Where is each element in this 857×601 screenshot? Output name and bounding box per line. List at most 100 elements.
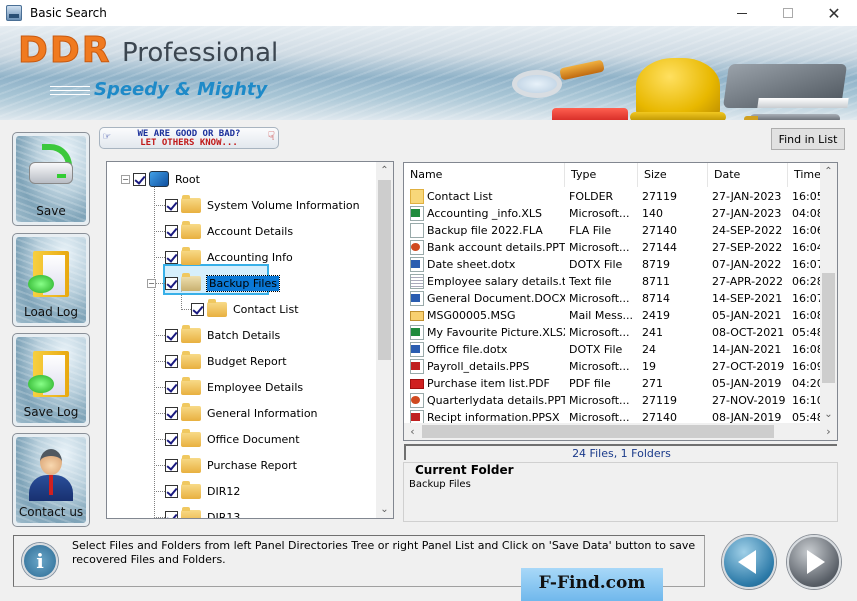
- file-type: FOLDER: [569, 190, 614, 203]
- collapse-icon[interactable]: −: [147, 278, 156, 288]
- tree-node-label: Backup Files: [206, 274, 280, 292]
- column-type[interactable]: Type: [565, 163, 638, 187]
- scroll-down-icon[interactable]: ⌄: [376, 501, 393, 518]
- load-log-button[interactable]: Load Log: [12, 233, 90, 327]
- column-date[interactable]: Date: [708, 163, 788, 187]
- tree-node[interactable]: Office Document: [165, 428, 300, 448]
- tree-node[interactable]: Batch Details: [165, 324, 280, 344]
- tree-scroll-thumb[interactable]: [378, 180, 391, 360]
- save-button[interactable]: Save: [12, 132, 90, 226]
- scroll-up-icon[interactable]: ⌃: [820, 163, 837, 180]
- file-row[interactable]: Backup file 2022.FLA FLA File 27140 24-SEP-…: [404, 222, 826, 239]
- scroll-down-icon[interactable]: ⌄: [820, 406, 837, 423]
- file-type: DOTX File: [569, 258, 623, 271]
- file-row[interactable]: MSG00005.MSG Mail Mess... 2419 05-JAN-2021 1…: [404, 307, 826, 324]
- tree-checkbox[interactable]: [165, 510, 178, 518]
- tree-checkbox[interactable]: [133, 172, 146, 186]
- load-log-button-label: Load Log: [23, 305, 79, 319]
- info-message: Select Files and Folders from left Panel…: [72, 539, 696, 566]
- tree-node[interactable]: Employee Details: [165, 376, 304, 396]
- tree-node[interactable]: Accounting Info: [165, 246, 293, 266]
- file-row[interactable]: Date sheet.dotx DOTX File 8719 07-JAN-2022 1…: [404, 256, 826, 273]
- list-scroll-thumb[interactable]: [822, 273, 835, 383]
- next-button[interactable]: [787, 535, 841, 589]
- file-row[interactable]: Office file.dotx DOTX File 24 14-JAN-2021 16…: [404, 341, 826, 358]
- file-size: 8719: [642, 258, 670, 271]
- folder-icon: [181, 246, 201, 265]
- tree-checkbox[interactable]: [191, 302, 204, 316]
- contact-us-button[interactable]: Contact us: [12, 433, 90, 527]
- tree-node[interactable]: Account Details: [165, 220, 293, 240]
- tree-checkbox[interactable]: [165, 276, 178, 290]
- column-size[interactable]: Size: [638, 163, 708, 187]
- collapse-icon[interactable]: −: [121, 174, 130, 184]
- tree-node-root[interactable]: − Root: [121, 170, 200, 188]
- file-list[interactable]: Name Type Size Date Time Contact List FOL…: [403, 162, 838, 441]
- scroll-left-icon[interactable]: ‹: [404, 423, 421, 440]
- file-row[interactable]: Employee salary details.txt Text file 8711…: [404, 273, 826, 290]
- tree-node-label: Employee Details: [207, 380, 304, 394]
- file-row[interactable]: General Document.DOCX Microsoft... 8714 14-…: [404, 290, 826, 307]
- file-type: Microsoft...: [569, 292, 630, 305]
- file-type: Microsoft...: [569, 326, 630, 339]
- back-button[interactable]: [722, 535, 776, 589]
- file-row[interactable]: Contact List FOLDER 27119 27-JAN-2023 16:05: [404, 188, 826, 205]
- tree-checkbox[interactable]: [165, 458, 178, 472]
- pps-file-icon: [410, 359, 424, 374]
- scroll-right-icon[interactable]: ›: [820, 423, 837, 440]
- tree-node[interactable]: General Information: [165, 402, 318, 422]
- scroll-up-icon[interactable]: ⌃: [376, 162, 393, 179]
- list-horizontal-scrollbar[interactable]: ‹ ›: [404, 423, 837, 440]
- tree-checkbox[interactable]: [165, 328, 178, 342]
- minimize-button[interactable]: [719, 0, 765, 26]
- folder-icon: [181, 350, 201, 369]
- tree-checkbox[interactable]: [165, 406, 178, 420]
- file-type: DOTX File: [569, 343, 623, 356]
- list-hscroll-thumb[interactable]: [422, 425, 774, 438]
- magnifier-icon: [512, 70, 562, 98]
- file-row[interactable]: Quarterlydata details.PPTX Microsoft... 27…: [404, 392, 826, 409]
- xls-file-icon: [410, 206, 424, 221]
- tree-checkbox[interactable]: [165, 250, 178, 264]
- tree-node[interactable]: − Backup Files: [147, 272, 280, 292]
- tree-checkbox[interactable]: [165, 224, 178, 238]
- tree-node[interactable]: Purchase Report: [165, 454, 297, 474]
- file-row[interactable]: Payroll_details.PPS Microsoft... 19 27-OCT-…: [404, 358, 826, 375]
- tree-checkbox[interactable]: [165, 484, 178, 498]
- rate-us-banner[interactable]: ☞ WE ARE GOOD OR BAD? LET OTHERS KNOW...…: [99, 127, 279, 149]
- tree-vertical-scrollbar[interactable]: ⌃ ⌄: [376, 162, 393, 518]
- list-vertical-scrollbar[interactable]: ⌃ ⌄: [820, 163, 837, 423]
- column-name[interactable]: Name: [404, 163, 565, 187]
- file-type: PDF file: [569, 377, 611, 390]
- contact-us-button-label: Contact us: [18, 505, 84, 519]
- watermark: F-Find.com: [521, 568, 663, 601]
- save-log-button-label: Save Log: [23, 405, 79, 419]
- maximize-button[interactable]: [765, 0, 811, 26]
- folder-icon: [181, 506, 201, 518]
- tree-checkbox[interactable]: [165, 432, 178, 446]
- folder-icon: [181, 324, 201, 343]
- file-row[interactable]: Purchase item list.PDF PDF file 271 05-JAN-…: [404, 375, 826, 392]
- tree-node[interactable]: DIR13: [165, 506, 240, 518]
- file-name: Contact List: [427, 190, 493, 203]
- directory-tree[interactable]: − Root System Volume Information Account De…: [106, 161, 394, 519]
- thumbs-down-icon: ☟: [267, 129, 275, 143]
- tree-node[interactable]: Budget Report: [165, 350, 287, 370]
- close-button[interactable]: ✕: [811, 0, 857, 26]
- tree-checkbox[interactable]: [165, 354, 178, 368]
- tree-checkbox[interactable]: [165, 380, 178, 394]
- tree-node[interactable]: System Volume Information: [165, 194, 360, 214]
- file-row[interactable]: My Favourite Picture.XLSX Microsoft... 241…: [404, 324, 826, 341]
- tree-node[interactable]: DIR12: [165, 480, 241, 500]
- file-row[interactable]: Bank account details.PPT Microsoft... 2714…: [404, 239, 826, 256]
- column-time[interactable]: Time: [788, 163, 822, 187]
- tree-node-child[interactable]: Contact List: [191, 298, 299, 318]
- current-folder-value: Backup Files: [409, 479, 471, 490]
- save-log-button[interactable]: Save Log: [12, 333, 90, 427]
- tree-node-label: Accounting Info: [207, 250, 293, 264]
- find-in-list-button[interactable]: Find in List: [771, 128, 845, 150]
- tree-node-label: DIR12: [207, 484, 241, 498]
- file-size: 27144: [642, 241, 677, 254]
- file-row[interactable]: Accounting _info.XLS Microsoft... 140 27-JA…: [404, 205, 826, 222]
- tree-checkbox[interactable]: [165, 198, 178, 212]
